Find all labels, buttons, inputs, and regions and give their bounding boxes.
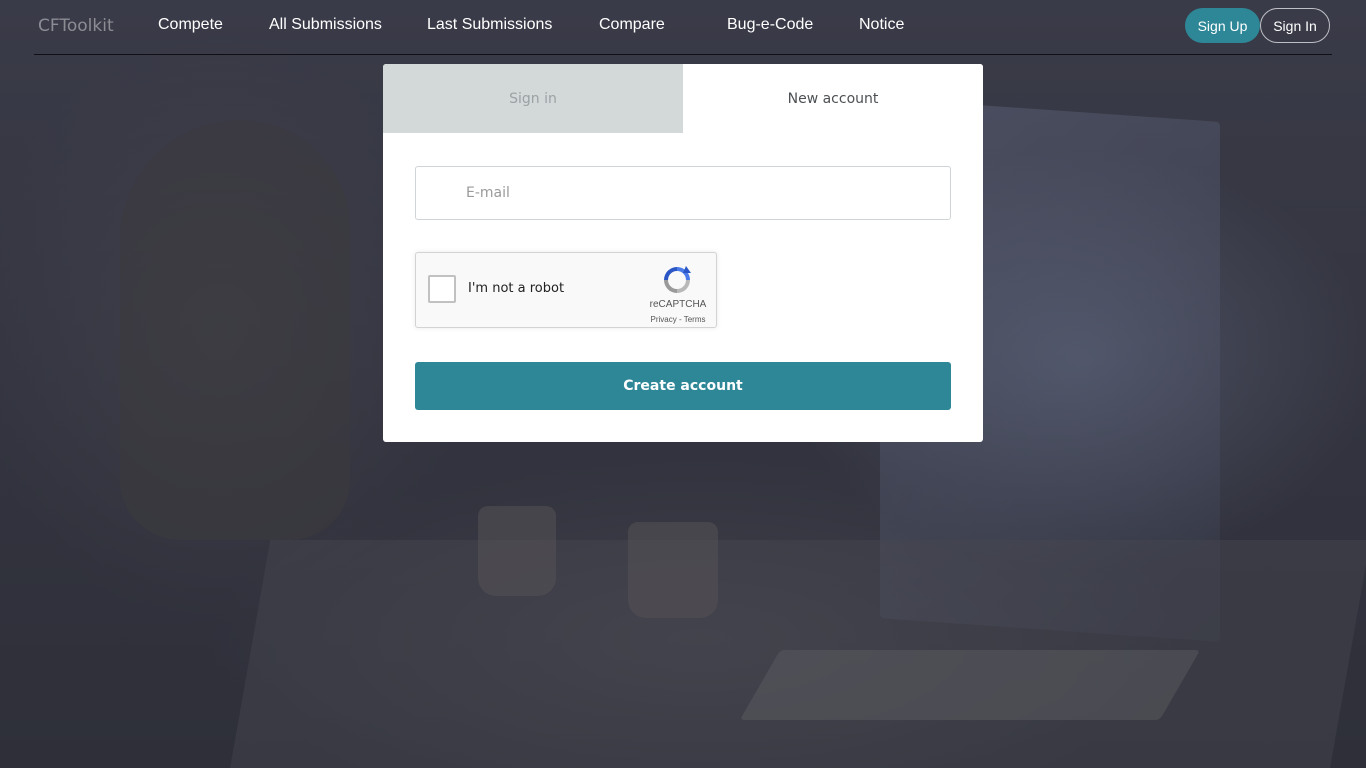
recaptcha-label: I'm not a robot (468, 281, 565, 296)
recaptcha-links[interactable]: Privacy - Terms (642, 315, 714, 324)
auth-tabs: Sign in New account (383, 64, 983, 133)
background-cup (628, 522, 718, 618)
nav-link-last-submissions[interactable]: Last Submissions (427, 16, 552, 34)
email-field[interactable] (415, 166, 951, 220)
signin-button[interactable]: Sign In (1260, 8, 1330, 43)
nav-link-compare[interactable]: Compare (599, 16, 665, 34)
recaptcha-brand: reCAPTCHA (649, 299, 707, 310)
auth-panel: Sign in New account I'm not a robot reCA… (383, 64, 983, 442)
create-account-button[interactable]: Create account (415, 362, 951, 410)
nav-link-notice[interactable]: Notice (859, 16, 904, 34)
nav-link-compete[interactable]: Compete (158, 16, 223, 34)
background-cup (478, 506, 556, 596)
nav-link-all-submissions[interactable]: All Submissions (269, 16, 382, 34)
nav-link-bug-e-code[interactable]: Bug-e-Code (727, 16, 813, 34)
signup-button[interactable]: Sign Up (1185, 8, 1260, 43)
recaptcha-checkbox[interactable] (428, 275, 456, 303)
background-keyboard (739, 650, 1201, 720)
brand-logo[interactable]: CFToolkit (38, 16, 114, 36)
background-person (120, 120, 350, 540)
top-navbar: CFToolkit Compete All Submissions Last S… (34, 0, 1332, 55)
tab-new-account[interactable]: New account (683, 64, 983, 133)
tab-sign-in[interactable]: Sign in (383, 64, 683, 133)
recaptcha-widget: I'm not a robot reCAPTCHA Privacy - Term… (415, 252, 717, 328)
recaptcha-icon (664, 266, 691, 293)
